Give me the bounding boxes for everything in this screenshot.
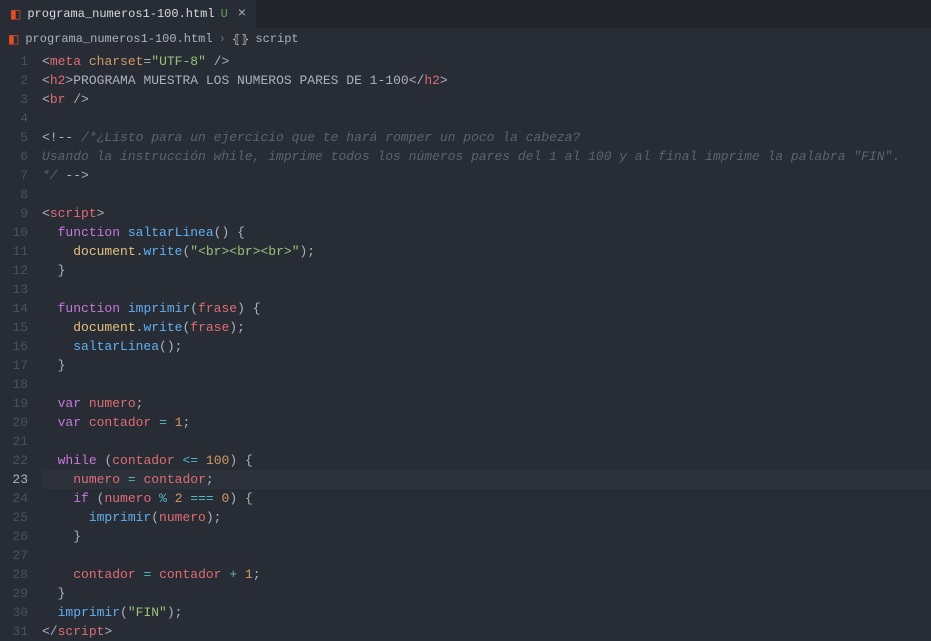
code-line[interactable]: </script> — [42, 622, 931, 641]
breadcrumb-symbol[interactable]: script — [255, 32, 298, 46]
code-line[interactable]: document.write("<br><br><br>"); — [42, 242, 931, 261]
symbol-icon: ⦃⦄ — [232, 32, 250, 47]
html-file-icon: ◧ — [8, 32, 19, 47]
line-number: 18 — [0, 375, 28, 394]
editor: 1234567891011121314151617181920212223242… — [0, 50, 931, 638]
line-number: 3 — [0, 90, 28, 109]
line-number: 2 — [0, 71, 28, 90]
code-line[interactable]: contador = contador + 1; — [42, 565, 931, 584]
line-number: 7 — [0, 166, 28, 185]
code-line[interactable] — [42, 109, 931, 128]
tab-active[interactable]: ◧ programa_numeros1-100.html U × — [0, 0, 256, 28]
line-number: 23 — [0, 470, 28, 489]
tab-modified-indicator: U — [221, 7, 228, 21]
line-number: 15 — [0, 318, 28, 337]
line-number: 20 — [0, 413, 28, 432]
line-number: 17 — [0, 356, 28, 375]
line-number: 25 — [0, 508, 28, 527]
line-number: 6 — [0, 147, 28, 166]
code-line[interactable]: <h2>PROGRAMA MUESTRA LOS NUMEROS PARES D… — [42, 71, 931, 90]
code-line[interactable]: } — [42, 584, 931, 603]
code-line[interactable]: } — [42, 261, 931, 280]
line-number: 28 — [0, 565, 28, 584]
code-line[interactable]: var numero; — [42, 394, 931, 413]
code-line[interactable]: document.write(frase); — [42, 318, 931, 337]
line-number: 19 — [0, 394, 28, 413]
line-number: 27 — [0, 546, 28, 565]
code-line[interactable]: imprimir(numero); — [42, 508, 931, 527]
code-line[interactable] — [42, 280, 931, 299]
code-line-active[interactable]: numero = contador; — [42, 470, 931, 489]
line-number: 4 — [0, 109, 28, 128]
code-line[interactable]: var contador = 1; — [42, 413, 931, 432]
code-line[interactable]: if (numero % 2 === 0) { — [42, 489, 931, 508]
code-area[interactable]: <meta charset="UTF-8" /> <h2>PROGRAMA MU… — [42, 50, 931, 638]
code-line[interactable]: <!-- /*¿Listo para un ejercicio que te h… — [42, 128, 931, 147]
code-line[interactable]: */ --> — [42, 166, 931, 185]
line-number: 21 — [0, 432, 28, 451]
line-number: 29 — [0, 584, 28, 603]
line-number: 26 — [0, 527, 28, 546]
line-number: 9 — [0, 204, 28, 223]
code-line[interactable]: Usando la instrucción while, imprime tod… — [42, 147, 931, 166]
code-line[interactable]: while (contador <= 100) { — [42, 451, 931, 470]
code-line[interactable] — [42, 185, 931, 204]
code-line[interactable]: <meta charset="UTF-8" /> — [42, 52, 931, 71]
breadcrumb-file[interactable]: programa_numeros1-100.html — [25, 32, 212, 46]
code-line[interactable] — [42, 432, 931, 451]
line-number: 10 — [0, 223, 28, 242]
line-number: 11 — [0, 242, 28, 261]
code-line[interactable]: <br /> — [42, 90, 931, 109]
line-number: 1 — [0, 52, 28, 71]
code-line[interactable] — [42, 546, 931, 565]
code-line[interactable]: } — [42, 527, 931, 546]
breadcrumbs[interactable]: ◧ programa_numeros1-100.html › ⦃⦄ script — [0, 28, 931, 50]
line-number: 24 — [0, 489, 28, 508]
line-number: 8 — [0, 185, 28, 204]
line-number-gutter: 1234567891011121314151617181920212223242… — [0, 50, 42, 638]
line-number: 12 — [0, 261, 28, 280]
code-line[interactable]: function imprimir(frase) { — [42, 299, 931, 318]
code-line[interactable] — [42, 375, 931, 394]
code-line[interactable]: <script> — [42, 204, 931, 223]
line-number: 31 — [0, 622, 28, 641]
line-number: 13 — [0, 280, 28, 299]
line-number: 22 — [0, 451, 28, 470]
code-line[interactable]: saltarLinea(); — [42, 337, 931, 356]
line-number: 16 — [0, 337, 28, 356]
code-line[interactable]: } — [42, 356, 931, 375]
close-icon[interactable]: × — [234, 6, 246, 22]
tab-bar: ◧ programa_numeros1-100.html U × — [0, 0, 931, 28]
tab-filename: programa_numeros1-100.html — [27, 7, 214, 21]
line-number: 5 — [0, 128, 28, 147]
html-file-icon: ◧ — [10, 7, 21, 22]
code-line[interactable]: function saltarLinea() { — [42, 223, 931, 242]
line-number: 14 — [0, 299, 28, 318]
line-number: 30 — [0, 603, 28, 622]
chevron-right-icon: › — [219, 32, 226, 46]
code-line[interactable]: imprimir("FIN"); — [42, 603, 931, 622]
